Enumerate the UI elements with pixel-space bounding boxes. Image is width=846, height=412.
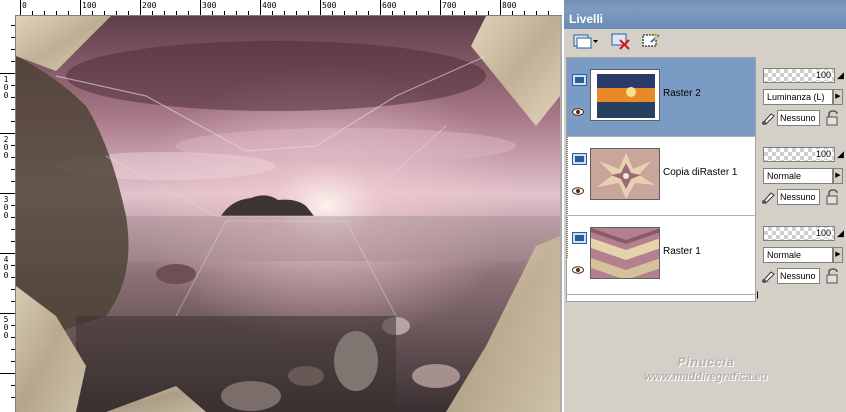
opacity-value: 100 xyxy=(814,70,832,80)
layer-name: Copia diRaster 1 xyxy=(663,167,738,178)
blend-mode-dropdown-button[interactable]: ▶ xyxy=(833,89,843,105)
visibility-eye-icon[interactable] xyxy=(572,265,584,277)
mask-row: Nessuno xyxy=(761,268,843,284)
brush-icon xyxy=(761,269,777,283)
opacity-arrow-icon[interactable]: ◢ xyxy=(837,228,844,238)
image-canvas[interactable] xyxy=(16,16,560,412)
delete-layer-icon xyxy=(611,32,631,55)
blend-mode-select[interactable]: Luminanza (L) xyxy=(763,89,833,105)
layer-name: Raster 1 xyxy=(663,246,701,257)
blend-mode-select[interactable]: Normale xyxy=(763,168,833,184)
new-layer-icon xyxy=(573,32,599,55)
raster-layer-icon xyxy=(572,73,587,86)
opacity-arrow-icon[interactable]: ◢ xyxy=(837,70,844,80)
layer-thumbnail xyxy=(590,69,660,121)
layer-row-raster-1[interactable]: Raster 1 xyxy=(567,216,755,294)
layer-properties: 100 ◢ Luminanza (L) ▶ Nessuno 100 ◢ Norm… xyxy=(758,57,844,302)
visibility-eye-icon[interactable] xyxy=(572,186,584,198)
new-layer-button[interactable] xyxy=(572,32,600,54)
layer-props-raster-2: 100 ◢ Luminanza (L) ▶ Nessuno xyxy=(758,57,844,135)
layer-thumbnail xyxy=(590,148,660,200)
ruler-label: 3 0 0 xyxy=(3,195,9,220)
ruler-label: 400 xyxy=(262,1,277,10)
mask-value[interactable]: Nessuno xyxy=(777,268,820,284)
layer-row-copia-di-raster-1[interactable]: Copia diRaster 1 xyxy=(567,137,755,215)
ruler-label: 600 xyxy=(382,1,397,10)
opacity-value: 100 xyxy=(814,228,832,238)
panel-title[interactable]: Livelli xyxy=(564,9,846,29)
mask-icon xyxy=(641,32,661,55)
lock-icon[interactable] xyxy=(825,189,841,205)
lock-icon[interactable] xyxy=(825,268,841,284)
blend-mode-dropdown-button[interactable]: ▶ xyxy=(833,168,843,184)
watermark-line-1: Pinuccia xyxy=(677,355,735,369)
watermark: Pinuccia www.maddiregrafica.eu xyxy=(586,355,826,383)
ruler-label: 4 0 0 xyxy=(3,255,9,280)
mask-value[interactable]: Nessuno xyxy=(777,110,820,126)
layer-props-raster-1: 100 ◢ Normale ▶ Nessuno xyxy=(758,215,844,293)
brush-icon xyxy=(761,190,777,204)
panel-top-strip xyxy=(564,0,846,9)
opacity-value: 100 xyxy=(814,149,832,159)
ruler-label: 700 xyxy=(442,1,457,10)
layer-name: Raster 2 xyxy=(663,88,701,99)
canvas-artwork xyxy=(16,16,560,412)
ruler-label: 800 xyxy=(502,1,517,10)
layers-list: Raster 2 Copia diRaster 1 Raster 1 100 ◢… xyxy=(566,57,846,412)
layer-props-copia-di-raster-1: 100 ◢ Normale ▶ Nessuno xyxy=(758,136,844,214)
mask-row: Nessuno xyxy=(761,189,843,205)
layer-row-raster-2[interactable]: Raster 2 xyxy=(567,58,755,136)
ruler-label: 500 xyxy=(322,1,337,10)
ruler-label: 5 0 0 xyxy=(3,315,9,340)
opacity-slider[interactable]: 100 xyxy=(763,147,835,162)
ruler-label: 1 0 0 xyxy=(3,75,9,100)
mask-row: Nessuno xyxy=(761,110,843,126)
vertical-ruler: 1 0 0 2 0 0 3 0 0 4 0 0 5 0 0 xyxy=(0,15,16,412)
opacity-slider[interactable]: 100 xyxy=(763,226,835,241)
layer-thumbnail xyxy=(590,227,660,279)
ruler-label: 200 xyxy=(142,1,157,10)
layers-panel: Livelli Raster 2 Copia diRaster 1 Raster… xyxy=(562,0,846,412)
blend-mode-dropdown-button[interactable]: ▶ xyxy=(833,247,843,263)
image-editor-area: 0 100 200 300 400 500 600 700 800 1 0 0 … xyxy=(0,0,562,412)
opacity-slider[interactable]: 100 xyxy=(763,68,835,83)
visibility-eye-icon[interactable] xyxy=(572,107,584,119)
ruler-label: 2 0 0 xyxy=(3,135,9,160)
ruler-label: 0 xyxy=(22,1,27,10)
opacity-arrow-icon[interactable]: ◢ xyxy=(837,149,844,159)
raster-layer-icon xyxy=(572,152,587,165)
blend-mode-select[interactable]: Normale xyxy=(763,247,833,263)
ruler-label: 100 xyxy=(82,1,97,10)
layer-rows: Raster 2 Copia diRaster 1 Raster 1 xyxy=(566,57,756,302)
watermark-line-2: www.maddiregrafica.eu xyxy=(644,371,768,383)
layers-toolbar xyxy=(564,29,846,57)
mask-value[interactable]: Nessuno xyxy=(777,189,820,205)
horizontal-ruler: 0 100 200 300 400 500 600 700 800 xyxy=(15,0,562,16)
mask-button[interactable] xyxy=(640,32,662,54)
delete-layer-button[interactable] xyxy=(610,32,632,54)
lock-icon[interactable] xyxy=(825,110,841,126)
raster-layer-icon xyxy=(572,231,587,244)
brush-icon xyxy=(761,111,777,125)
ruler-corner xyxy=(0,0,16,16)
ruler-label: 300 xyxy=(202,1,217,10)
